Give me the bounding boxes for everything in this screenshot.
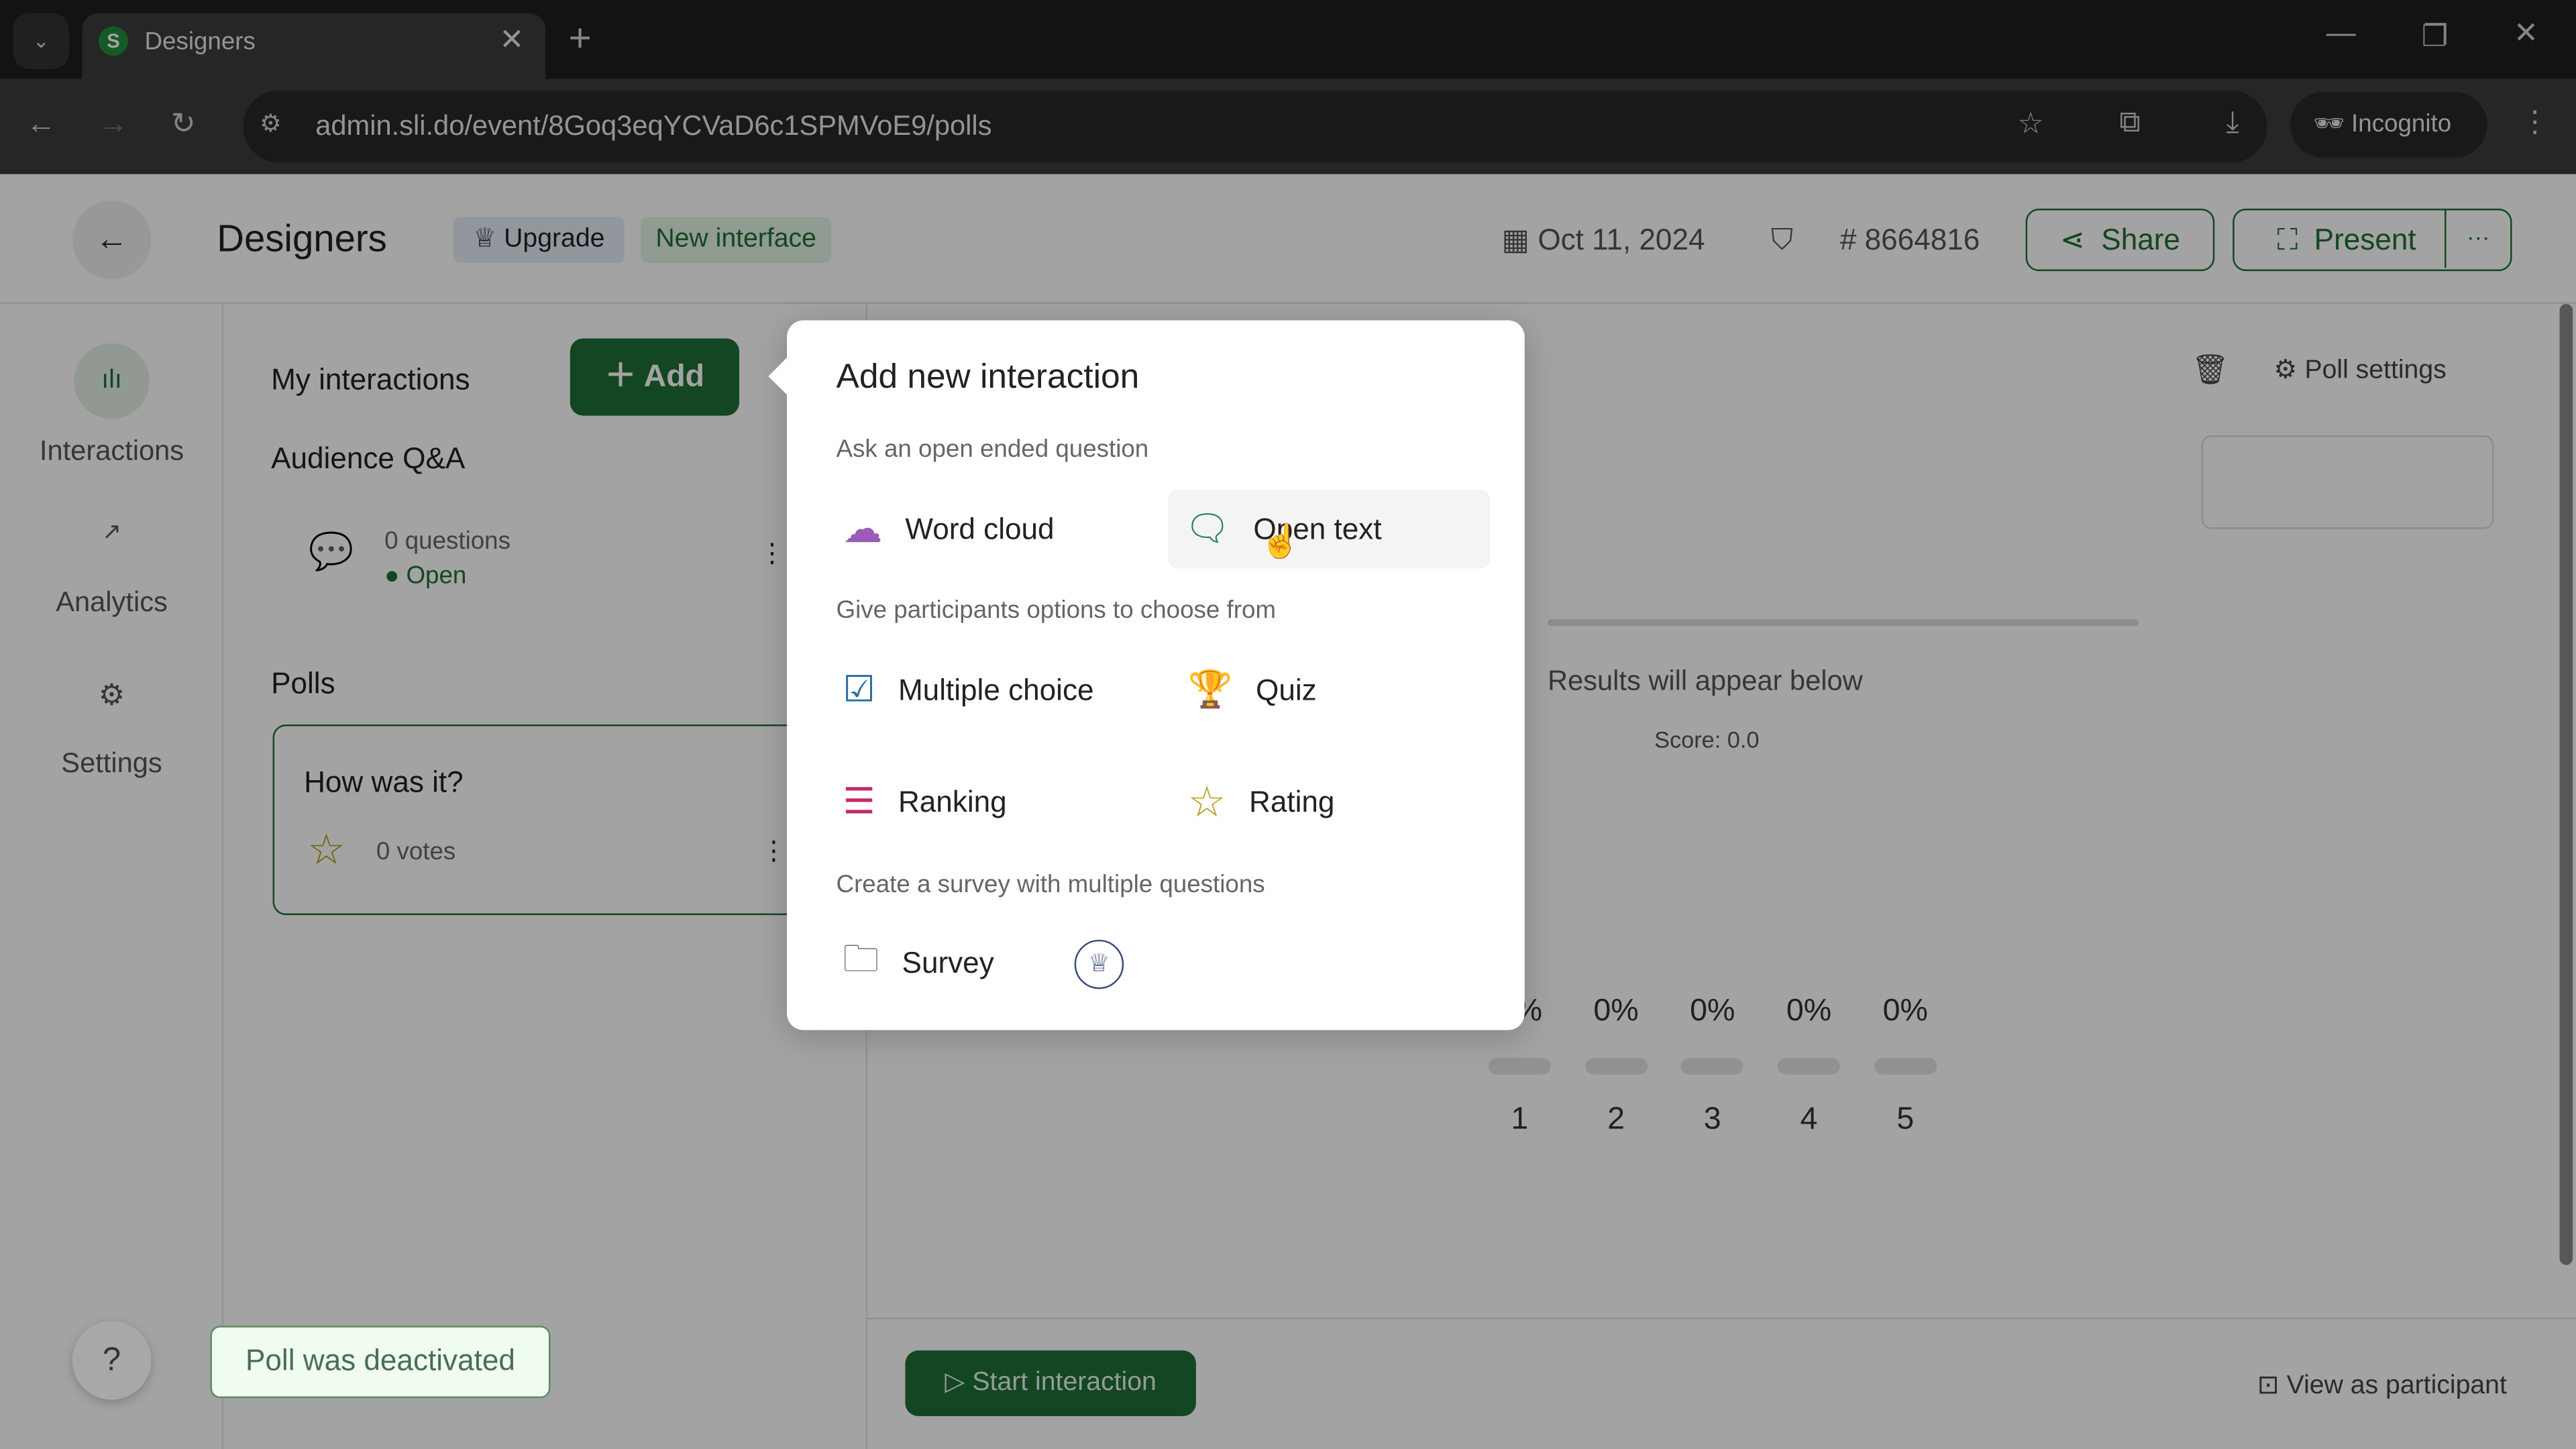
section-label: Ask an open ended question — [836, 435, 1149, 464]
cursor-hand-icon: ☝ — [1260, 524, 1301, 561]
help-button[interactable]: ? — [72, 1320, 152, 1400]
section-label: Give participants options to choose from — [836, 596, 1276, 625]
star-icon: ☆ — [1187, 776, 1226, 826]
toast-notification: Poll was deactivated — [210, 1326, 551, 1399]
option-ranking[interactable]: ☰ Ranking — [837, 762, 1014, 841]
option-rating[interactable]: ☆ Rating — [1181, 762, 1341, 841]
speech-bubble-icon: 🗨 — [1184, 507, 1231, 549]
ranking-icon: ☰ — [843, 780, 875, 822]
option-multiple-choice[interactable]: ☑ Multiple choice — [837, 651, 1101, 730]
popup-title: Add new interaction — [836, 358, 1140, 396]
option-word-cloud[interactable]: ☁ Word cloud — [837, 490, 1061, 569]
cloud-icon: ☁ — [843, 506, 883, 551]
option-survey[interactable]: 🗀 Survey — [837, 923, 1001, 1002]
trophy-icon: 🏆 — [1187, 668, 1233, 710]
folder-icon: 🗀 — [843, 938, 879, 979]
add-interaction-popup: Add new interaction Ask an open ended qu… — [768, 320, 1525, 1030]
option-quiz[interactable]: 🏆 Quiz — [1181, 651, 1324, 730]
checklist-icon: ☑ — [843, 668, 875, 710]
option-open-text[interactable]: 🗨 Open text — [1168, 489, 1491, 569]
section-label: Create a survey with multiple questions — [836, 870, 1265, 899]
premium-crown-icon: ♕ — [1074, 939, 1124, 989]
